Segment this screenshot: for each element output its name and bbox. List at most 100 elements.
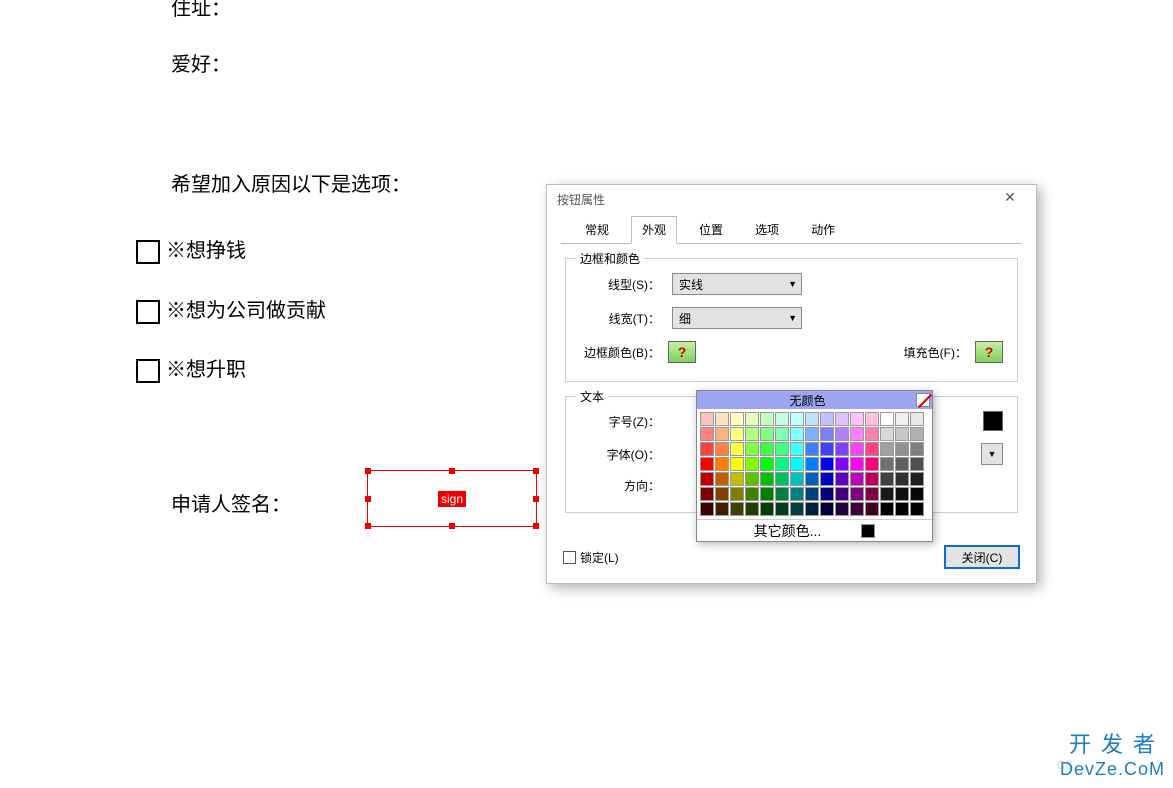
- color-swatch[interactable]: [790, 472, 804, 486]
- color-swatch[interactable]: [715, 502, 729, 516]
- color-swatch[interactable]: [805, 472, 819, 486]
- color-swatch[interactable]: [910, 502, 924, 516]
- color-swatch[interactable]: [820, 487, 834, 501]
- color-swatch[interactable]: [880, 487, 894, 501]
- color-swatch[interactable]: [850, 457, 864, 471]
- color-swatch[interactable]: [790, 412, 804, 426]
- tab-position[interactable]: 位置: [689, 217, 733, 243]
- color-swatch[interactable]: [910, 427, 924, 441]
- color-swatch[interactable]: [865, 487, 879, 501]
- color-swatch[interactable]: [700, 427, 714, 441]
- color-swatch[interactable]: [775, 412, 789, 426]
- color-swatch[interactable]: [745, 412, 759, 426]
- color-swatch[interactable]: [835, 457, 849, 471]
- color-swatch[interactable]: [865, 442, 879, 456]
- color-swatch[interactable]: [835, 472, 849, 486]
- checkbox-icon[interactable]: [136, 300, 160, 324]
- color-swatch[interactable]: [700, 442, 714, 456]
- color-swatch[interactable]: [715, 427, 729, 441]
- color-swatch[interactable]: [805, 442, 819, 456]
- resize-handle[interactable]: [533, 523, 539, 529]
- color-swatch[interactable]: [805, 457, 819, 471]
- resize-handle[interactable]: [533, 496, 539, 502]
- color-swatch[interactable]: [865, 427, 879, 441]
- lock-checkbox[interactable]: 锁定(L): [563, 549, 619, 566]
- color-swatch[interactable]: [760, 502, 774, 516]
- color-swatch[interactable]: [835, 502, 849, 516]
- color-swatch[interactable]: [790, 457, 804, 471]
- color-swatch[interactable]: [790, 502, 804, 516]
- color-swatch[interactable]: [760, 427, 774, 441]
- color-swatch[interactable]: [880, 457, 894, 471]
- color-swatch[interactable]: [880, 427, 894, 441]
- black-swatch-icon[interactable]: [861, 524, 875, 538]
- color-swatch[interactable]: [730, 457, 744, 471]
- color-swatch[interactable]: [745, 427, 759, 441]
- dialog-titlebar[interactable]: 按钮属性 ✕: [547, 185, 1036, 213]
- checkbox-icon[interactable]: [136, 359, 160, 383]
- color-swatch[interactable]: [910, 412, 924, 426]
- color-swatch[interactable]: [745, 457, 759, 471]
- color-swatch[interactable]: [775, 487, 789, 501]
- color-swatch[interactable]: [730, 487, 744, 501]
- color-swatch[interactable]: [700, 457, 714, 471]
- color-swatch[interactable]: [805, 487, 819, 501]
- color-swatch[interactable]: [895, 427, 909, 441]
- text-color-swatch[interactable]: [983, 411, 1003, 431]
- color-swatch[interactable]: [835, 487, 849, 501]
- color-swatch[interactable]: [730, 502, 744, 516]
- no-color-swatch[interactable]: [916, 393, 930, 407]
- color-swatch[interactable]: [880, 472, 894, 486]
- color-swatch[interactable]: [895, 457, 909, 471]
- color-swatch[interactable]: [895, 442, 909, 456]
- close-icon[interactable]: ✕: [992, 189, 1028, 209]
- color-swatch[interactable]: [820, 457, 834, 471]
- color-swatch[interactable]: [760, 487, 774, 501]
- color-swatch[interactable]: [760, 442, 774, 456]
- fill-color-button[interactable]: ?: [975, 341, 1003, 363]
- color-swatch[interactable]: [850, 502, 864, 516]
- color-swatch[interactable]: [850, 412, 864, 426]
- color-swatch[interactable]: [850, 442, 864, 456]
- color-swatch[interactable]: [835, 442, 849, 456]
- color-swatch[interactable]: [700, 487, 714, 501]
- line-width-combo[interactable]: 细 ▼: [672, 307, 802, 329]
- color-swatch[interactable]: [745, 442, 759, 456]
- color-swatch[interactable]: [820, 412, 834, 426]
- color-swatch[interactable]: [775, 442, 789, 456]
- color-swatch[interactable]: [760, 412, 774, 426]
- color-swatch[interactable]: [880, 442, 894, 456]
- color-swatch[interactable]: [895, 487, 909, 501]
- color-swatch[interactable]: [775, 457, 789, 471]
- color-swatch[interactable]: [895, 502, 909, 516]
- color-swatch[interactable]: [745, 487, 759, 501]
- color-swatch[interactable]: [805, 412, 819, 426]
- color-swatch[interactable]: [820, 472, 834, 486]
- resize-handle[interactable]: [365, 496, 371, 502]
- tab-appearance[interactable]: 外观: [631, 216, 677, 244]
- signature-field[interactable]: sign: [367, 470, 537, 527]
- color-swatch[interactable]: [790, 427, 804, 441]
- line-style-combo[interactable]: 实线 ▼: [672, 273, 802, 295]
- resize-handle[interactable]: [449, 468, 455, 474]
- color-swatch[interactable]: [730, 427, 744, 441]
- color-swatch[interactable]: [880, 412, 894, 426]
- color-swatch[interactable]: [850, 472, 864, 486]
- tab-actions[interactable]: 动作: [801, 217, 845, 243]
- color-swatch[interactable]: [745, 502, 759, 516]
- color-swatch[interactable]: [865, 502, 879, 516]
- color-swatch[interactable]: [715, 472, 729, 486]
- color-swatch[interactable]: [910, 442, 924, 456]
- color-swatch[interactable]: [775, 502, 789, 516]
- color-swatch[interactable]: [790, 442, 804, 456]
- color-swatch[interactable]: [865, 472, 879, 486]
- color-swatch[interactable]: [865, 457, 879, 471]
- color-swatch[interactable]: [835, 427, 849, 441]
- tab-general[interactable]: 常规: [575, 217, 619, 243]
- checkbox-icon[interactable]: [136, 240, 160, 264]
- color-swatch[interactable]: [910, 487, 924, 501]
- color-swatch[interactable]: [895, 412, 909, 426]
- color-swatch[interactable]: [715, 457, 729, 471]
- color-swatch[interactable]: [715, 442, 729, 456]
- color-swatch[interactable]: [895, 472, 909, 486]
